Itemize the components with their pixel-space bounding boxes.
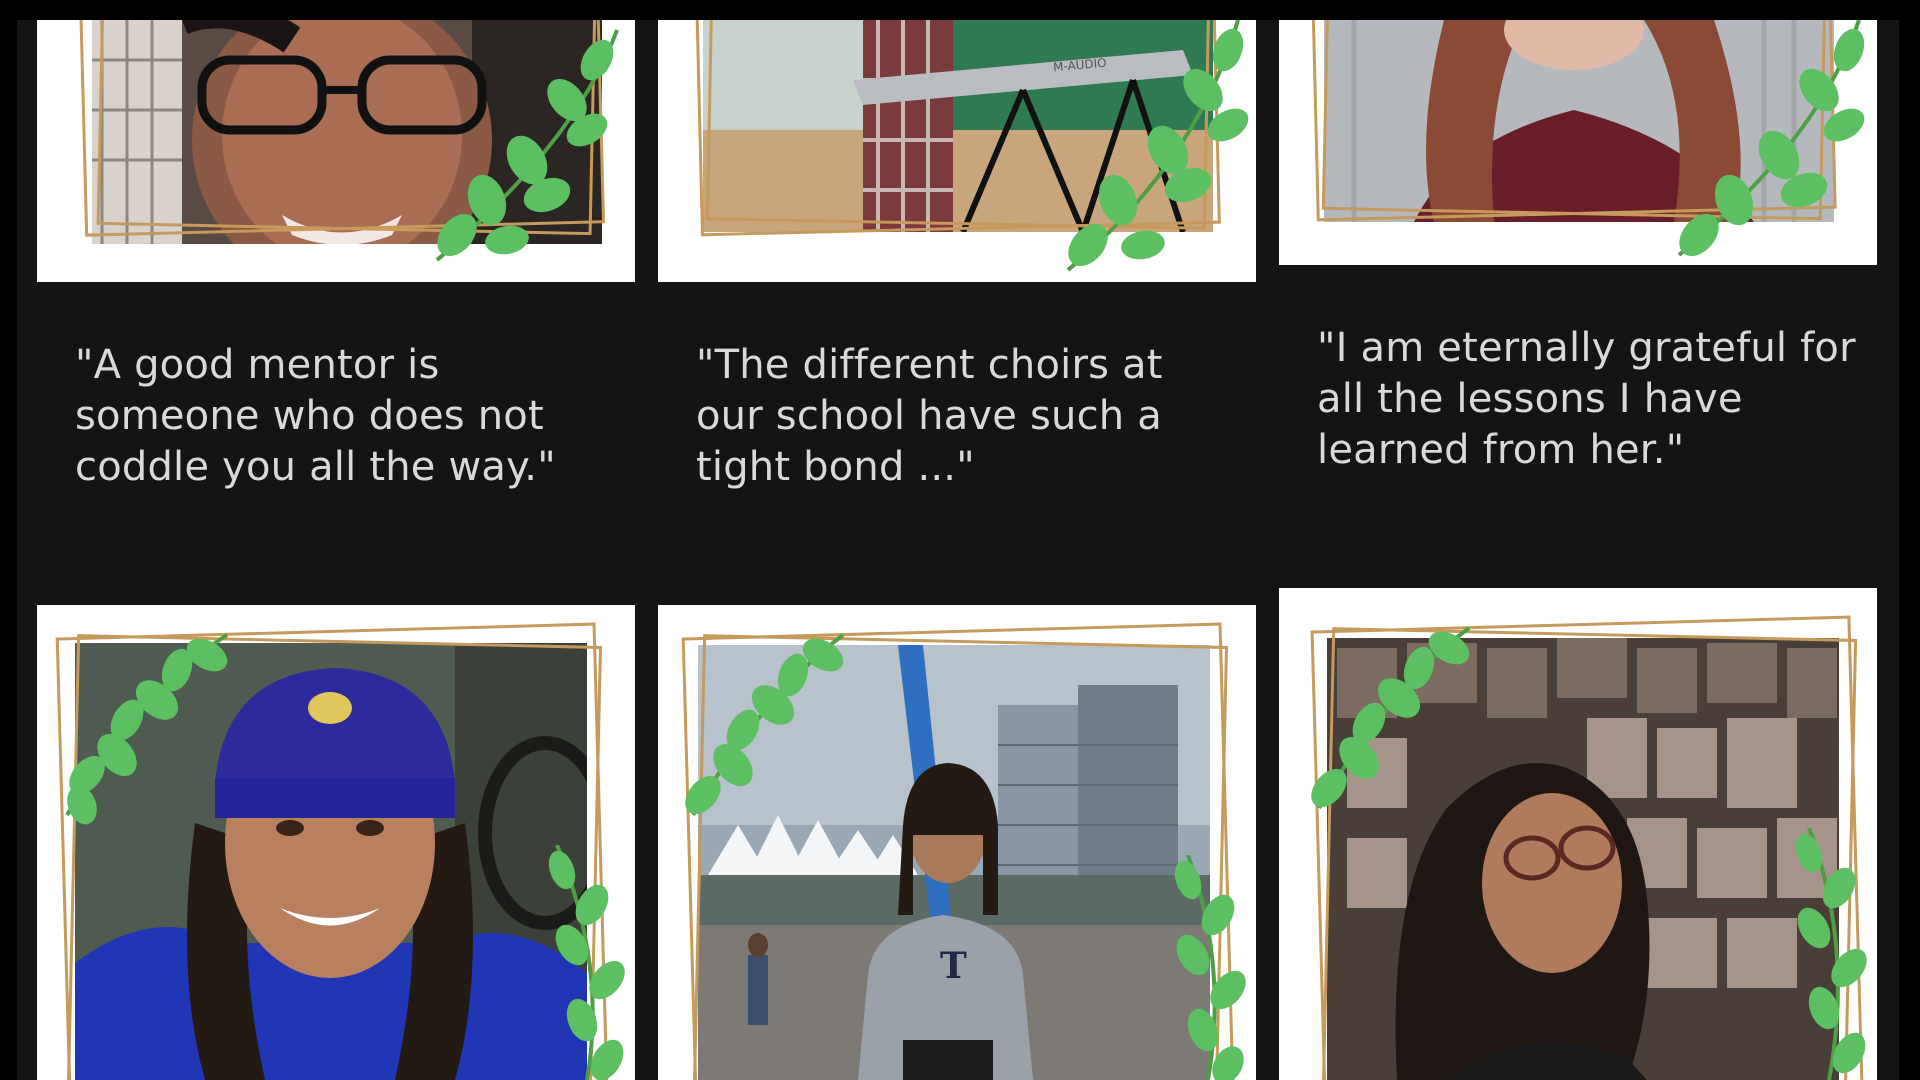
testimonial-quote-2: "The different choirs at our school have… <box>696 340 1163 493</box>
photo-card-1[interactable] <box>37 20 635 282</box>
student-photo-keyboard: M-AUDIO <box>703 20 1213 232</box>
photo-card-4[interactable] <box>37 605 635 1080</box>
testimonial-quote-1: "A good mentor is someone who does not c… <box>75 340 556 493</box>
photo-card-6[interactable] <box>1279 588 1877 1080</box>
student-photo-red-sweater <box>1324 20 1834 222</box>
photo-card-5[interactable]: T <box>658 605 1256 1080</box>
photo-card-3[interactable] <box>1279 20 1877 265</box>
testimonial-grid: M-AUDIO "A good mentor is someone who do… <box>17 20 1899 1080</box>
student-photo-collage-wall <box>1327 638 1839 1080</box>
testimonial-quote-3: "I am eternally grateful for all the les… <box>1317 323 1856 476</box>
quote-line: learned from her." <box>1317 427 1685 473</box>
student-photo-blue-beanie <box>75 643 587 1080</box>
quote-line: "A good mentor is <box>75 342 440 388</box>
quote-line: tight bond ..." <box>696 444 975 490</box>
quote-line: "The different choirs at <box>696 342 1163 388</box>
quote-line: someone who does not <box>75 393 544 439</box>
student-photo-glasses <box>92 20 602 244</box>
quote-line: coddle you all the way." <box>75 444 556 490</box>
quote-line: "I am eternally grateful for <box>1317 325 1856 371</box>
quote-line: all the lessons I have <box>1317 376 1743 422</box>
hoodie-letter: T <box>940 945 967 987</box>
student-photo-waterfront: T <box>698 645 1210 1080</box>
quote-line: our school have such a <box>696 393 1162 439</box>
photo-card-2[interactable]: M-AUDIO <box>658 20 1256 282</box>
